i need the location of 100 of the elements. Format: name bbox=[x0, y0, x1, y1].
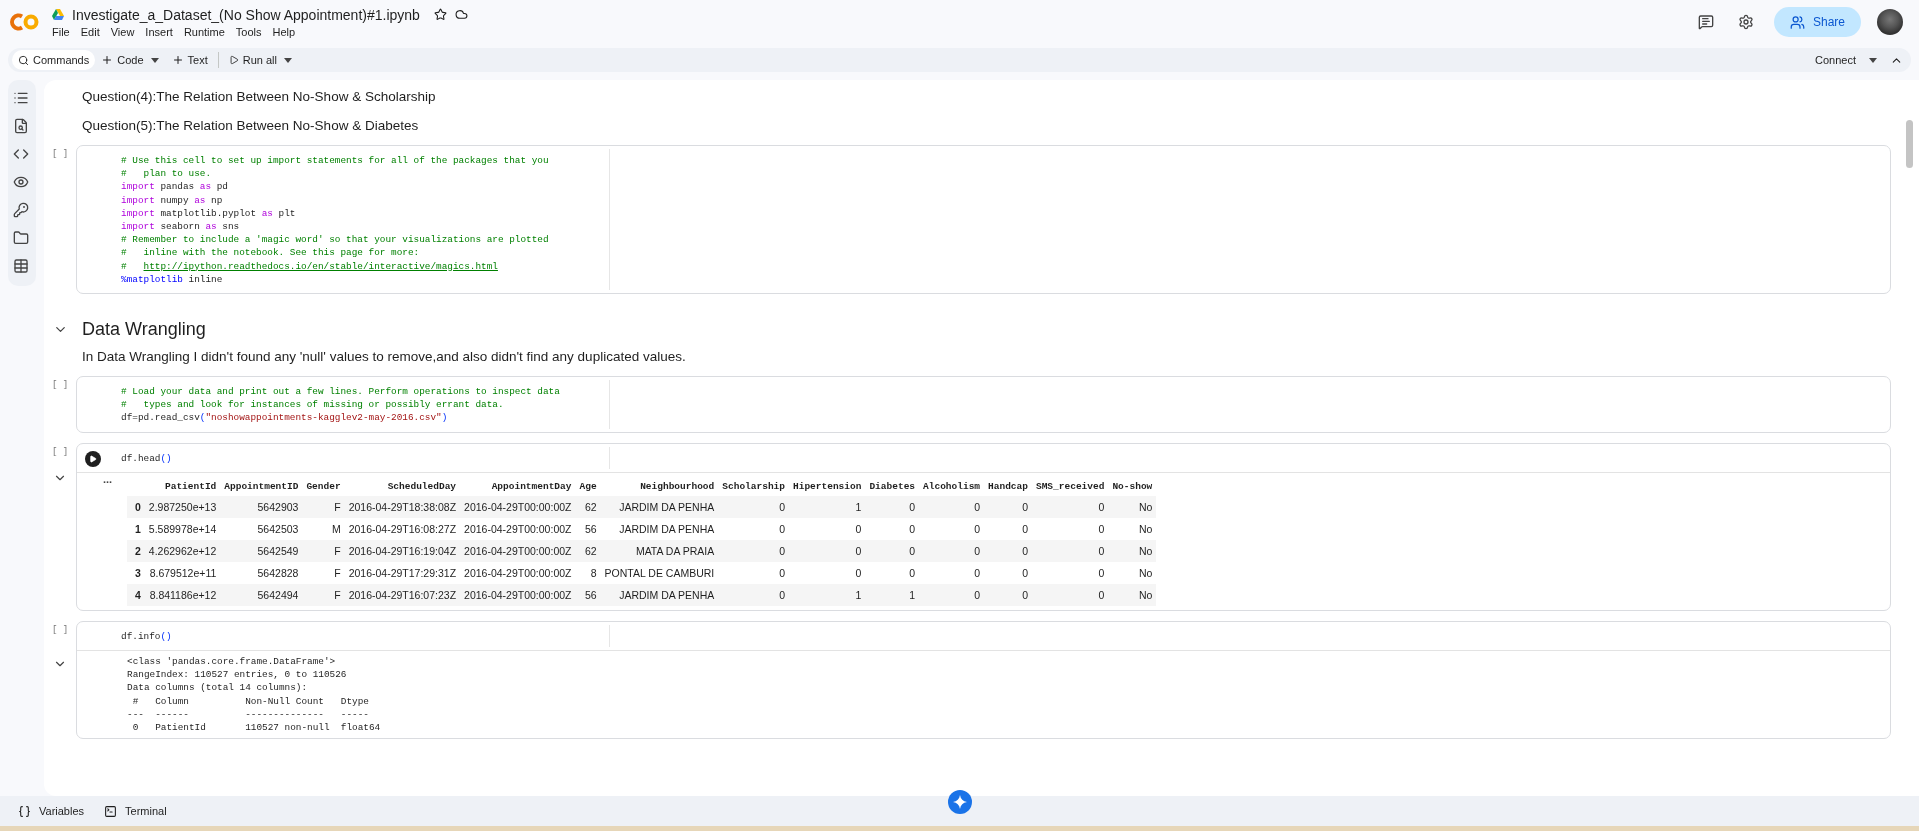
play-icon bbox=[89, 454, 97, 463]
code-line: df=pd.read_csv("noshowappointments-kagglev2-may-2016.csv") bbox=[121, 411, 449, 425]
table-cell: 0 bbox=[919, 539, 985, 562]
avatar[interactable] bbox=[1877, 9, 1903, 35]
row-index: 0 bbox=[127, 495, 145, 518]
code-line: df.info() bbox=[121, 629, 173, 644]
table-cell: 0 bbox=[718, 495, 789, 518]
scrollbar[interactable] bbox=[1906, 120, 1913, 168]
menu-item[interactable]: Insert bbox=[145, 25, 173, 38]
table-cell: No bbox=[1108, 495, 1157, 518]
connect-button[interactable]: Connect bbox=[1809, 50, 1862, 70]
output-line: RangeIndex: 110527 entries, 0 to 110526 bbox=[127, 668, 348, 682]
table-cell: 0 bbox=[789, 517, 866, 540]
table-cell: 0 bbox=[865, 495, 920, 518]
table-cell: 0 bbox=[984, 517, 1032, 540]
menu-item[interactable]: View bbox=[110, 25, 135, 38]
table-cell: 0 bbox=[718, 517, 789, 540]
execution-count: [ ] bbox=[51, 380, 69, 391]
table-cell: 0 bbox=[865, 517, 920, 540]
table-cell: 2016-04-29T00:00:00Z bbox=[460, 583, 576, 606]
sparkle-icon[interactable] bbox=[948, 790, 972, 814]
column-header: ScheduledDay bbox=[344, 476, 461, 496]
code-line: %matplotlib inline bbox=[121, 272, 224, 287]
table-cell: 8 bbox=[575, 561, 601, 584]
table-cell: No bbox=[1108, 561, 1157, 584]
terminal-icon bbox=[104, 804, 118, 818]
play-icon bbox=[228, 55, 239, 65]
add-text-button[interactable]: Text bbox=[165, 50, 214, 70]
code-line: import numpy as np bbox=[121, 193, 224, 207]
column-header: Age bbox=[575, 476, 601, 496]
table-cell: F bbox=[302, 583, 345, 606]
table-cell: 0 bbox=[984, 495, 1032, 518]
table-cell: 0 bbox=[919, 583, 985, 606]
add-code-button[interactable]: Code bbox=[95, 50, 150, 70]
column-header: AppointmentID bbox=[220, 476, 303, 496]
table-cell: 0 bbox=[984, 539, 1032, 562]
caret-icon[interactable] bbox=[149, 55, 160, 65]
table-icon[interactable] bbox=[13, 258, 31, 276]
table-cell: JARDIM DA PENHA bbox=[600, 495, 719, 518]
menu-item[interactable]: Edit bbox=[80, 25, 100, 38]
star-icon[interactable] bbox=[433, 8, 447, 21]
code-cell[interactable] bbox=[76, 620, 1891, 740]
code-cell[interactable] bbox=[76, 145, 1891, 295]
people-icon bbox=[1789, 14, 1805, 30]
table-cell: 0 bbox=[984, 561, 1032, 584]
code-cell[interactable] bbox=[76, 442, 1891, 611]
variables-button[interactable]: Variables bbox=[18, 804, 85, 818]
code-line: # http://ipython.readthedocs.io/en/stable/interactive/magics.html bbox=[121, 259, 499, 273]
code-line: # plan to use. bbox=[121, 167, 212, 181]
row-index: 1 bbox=[127, 517, 145, 540]
table-cell: 0 bbox=[718, 539, 789, 562]
table-cell: 2016-04-29T00:00:00Z bbox=[460, 495, 576, 518]
code-line: # Load your data and print out a few lines. Perform operations to inspect data bbox=[121, 385, 561, 399]
output-menu-dots[interactable]: ... bbox=[103, 472, 127, 606]
section-heading: Data Wrangling bbox=[82, 319, 206, 341]
markdown-text: Question(5):The Relation Between No-Show & Diabetes bbox=[81, 117, 420, 135]
run-all-button[interactable]: Run all bbox=[222, 50, 283, 70]
table-cell: 0 bbox=[718, 561, 789, 584]
table-cell: 5642828 bbox=[220, 561, 303, 584]
table-cell: F bbox=[302, 539, 345, 562]
table-cell: 56 bbox=[575, 583, 601, 606]
row-index: 2 bbox=[127, 539, 145, 562]
table-cell: 0 bbox=[865, 539, 920, 562]
table-cell: 0 bbox=[919, 495, 985, 518]
markdown-text: Question(4):The Relation Between No-Show & Scholarship bbox=[81, 88, 437, 106]
caret-icon[interactable] bbox=[283, 55, 293, 65]
code-line: df.head() bbox=[121, 451, 173, 465]
output-line: Data columns (total 14 columns): bbox=[127, 681, 309, 695]
menu-item[interactable]: Help bbox=[272, 25, 296, 38]
column-header: Handcap bbox=[984, 476, 1032, 496]
table-cell: 2016-04-29T18:38:08Z bbox=[344, 495, 461, 518]
column-header: Hipertension bbox=[789, 476, 866, 496]
run-cell-button[interactable] bbox=[85, 450, 101, 467]
terminal-button[interactable]: Terminal bbox=[104, 804, 167, 818]
key-icon[interactable] bbox=[13, 202, 31, 220]
column-header: Diabetes bbox=[865, 476, 920, 496]
share-button[interactable]: Share bbox=[1773, 7, 1861, 37]
braces-icon bbox=[18, 804, 31, 818]
markdown-text: In Data Wrangling I didn't found any 'null' values to remove,and also didn't find any duplicated values. bbox=[81, 348, 687, 367]
execution-count: [ ] bbox=[51, 149, 69, 159]
colab-logo[interactable] bbox=[10, 12, 40, 32]
menu-item[interactable]: Runtime bbox=[183, 25, 225, 38]
table-cell: 5642903 bbox=[220, 495, 303, 518]
table-cell: 56 bbox=[575, 517, 601, 540]
menu-item[interactable]: Tools bbox=[235, 25, 262, 38]
table-cell: No bbox=[1108, 517, 1157, 540]
row-index: 3 bbox=[127, 561, 145, 584]
cloud-icon[interactable] bbox=[454, 8, 468, 21]
table-cell: 0 bbox=[984, 583, 1032, 606]
table-cell: 0 bbox=[1031, 495, 1109, 518]
code-cell[interactable] bbox=[76, 376, 1891, 433]
table-cell: 1 bbox=[789, 495, 866, 518]
code-line: # Use this cell to set up import statements for all of the packages that you bbox=[121, 154, 550, 168]
commands-button[interactable]: Commands bbox=[12, 50, 96, 70]
table-cell: 5642494 bbox=[220, 583, 303, 606]
menu-item[interactable]: File bbox=[52, 25, 70, 38]
table-cell: 2016-04-29T00:00:00Z bbox=[460, 517, 576, 540]
caret-icon[interactable] bbox=[1868, 55, 1878, 65]
column-header: Neighbourhood bbox=[600, 476, 719, 496]
notebook-title[interactable]: Investigate_a_Dataset_(No Show Appointment)#1.ipynb bbox=[72, 6, 420, 23]
